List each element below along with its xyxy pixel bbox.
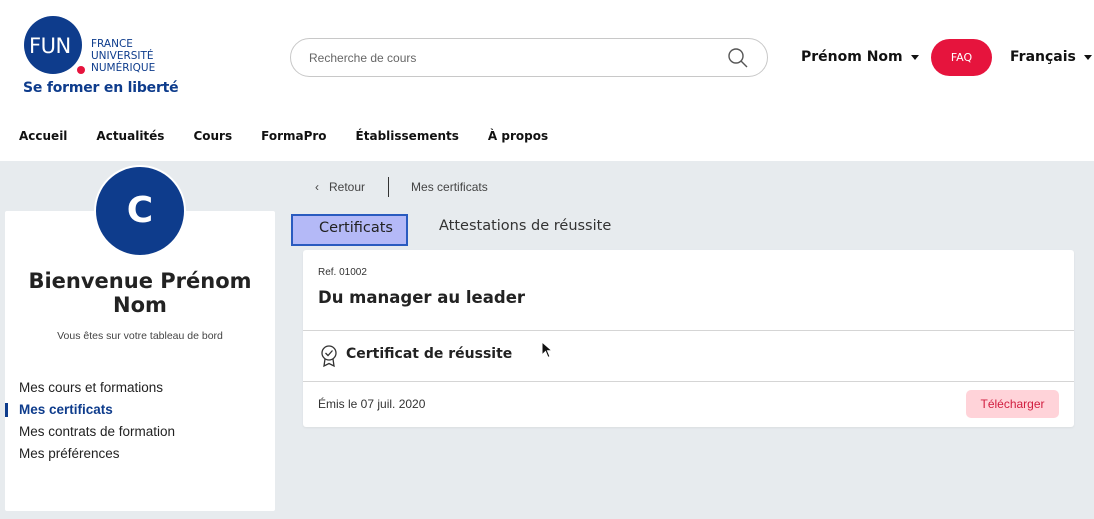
sidebar-item-contracts[interactable]: Mes contrats de formation xyxy=(5,421,275,443)
search-icon[interactable] xyxy=(727,47,749,69)
nav-actualites[interactable]: Actualités xyxy=(96,129,164,143)
nav-cours[interactable]: Cours xyxy=(193,129,232,143)
sidebar-item-certificates[interactable]: Mes certificats xyxy=(5,399,275,421)
award-icon xyxy=(321,345,337,368)
welcome-subtitle: Vous êtes sur votre tableau de bord xyxy=(57,330,223,342)
nav-formapro[interactable]: FormaPro xyxy=(261,129,326,143)
user-menu[interactable]: Prénom Nom xyxy=(801,49,919,65)
logo-line-1: FRANCE xyxy=(91,38,133,50)
course-title: Du manager au leader xyxy=(318,288,526,307)
chevron-down-icon xyxy=(1083,54,1092,60)
back-link[interactable]: ‹ Retour xyxy=(315,180,365,194)
breadcrumb-divider xyxy=(388,177,390,197)
tab-attestations[interactable]: Attestations de réussite xyxy=(439,214,611,246)
issue-date: Émis le 07 juil. 2020 xyxy=(318,397,426,411)
logo-wordmark: FRANCE UNIVERSITÉ NUMÉRIQUE xyxy=(91,38,155,74)
mouse-cursor-icon xyxy=(541,341,553,359)
logo-tagline: Se former en liberté xyxy=(23,80,179,96)
card-divider xyxy=(303,381,1074,382)
fun-logo[interactable]: FUN FRANCE UNIVERSITÉ NUMÉRIQUE Se forme… xyxy=(22,14,179,99)
logo-line-2: UNIVERSITÉ xyxy=(91,50,154,62)
logo-line-3: NUMÉRIQUE xyxy=(91,62,156,74)
breadcrumb: ‹ Retour Mes certificats xyxy=(315,177,488,197)
user-name: Prénom Nom xyxy=(801,49,903,65)
nav-etablissements[interactable]: Établissements xyxy=(356,129,459,143)
logo-mark: FUN xyxy=(29,34,71,58)
download-button[interactable]: Télécharger xyxy=(966,390,1059,418)
main-nav: Accueil Actualités Cours FormaPro Établi… xyxy=(19,129,577,143)
language-label: Français xyxy=(1010,49,1076,65)
breadcrumb-current: Mes certificats xyxy=(411,180,488,194)
nav-accueil[interactable]: Accueil xyxy=(19,129,67,143)
certificate-tabs: Certificats Attestations de réussite xyxy=(291,214,1071,246)
course-search xyxy=(290,38,768,77)
back-label: Retour xyxy=(329,180,366,194)
chevron-down-icon xyxy=(910,54,919,60)
sidebar-item-courses[interactable]: Mes cours et formations xyxy=(5,377,275,399)
tab-certificates[interactable]: Certificats xyxy=(291,214,408,246)
language-selector[interactable]: Français xyxy=(1010,49,1092,65)
site-header: FUN FRANCE UNIVERSITÉ NUMÉRIQUE Se forme… xyxy=(0,0,1094,161)
card-divider xyxy=(303,330,1074,331)
faq-button[interactable]: FAQ xyxy=(931,39,992,76)
search-input[interactable] xyxy=(309,48,709,68)
chevron-left-icon: ‹ xyxy=(315,180,319,194)
nav-a-propos[interactable]: À propos xyxy=(488,129,548,143)
sidebar-item-preferences[interactable]: Mes préférences xyxy=(5,443,275,465)
avatar: C xyxy=(94,165,186,257)
welcome-heading: Bienvenue Prénom Nom xyxy=(28,269,252,317)
logo-dot xyxy=(77,66,85,74)
certificate-type: Certificat de réussite xyxy=(346,346,513,362)
certificate-card: Ref. 01002 Du manager au leader Certific… xyxy=(303,250,1074,427)
course-ref: Ref. 01002 xyxy=(318,267,367,278)
dashboard-menu: Mes cours et formations Mes certificats … xyxy=(5,377,275,465)
